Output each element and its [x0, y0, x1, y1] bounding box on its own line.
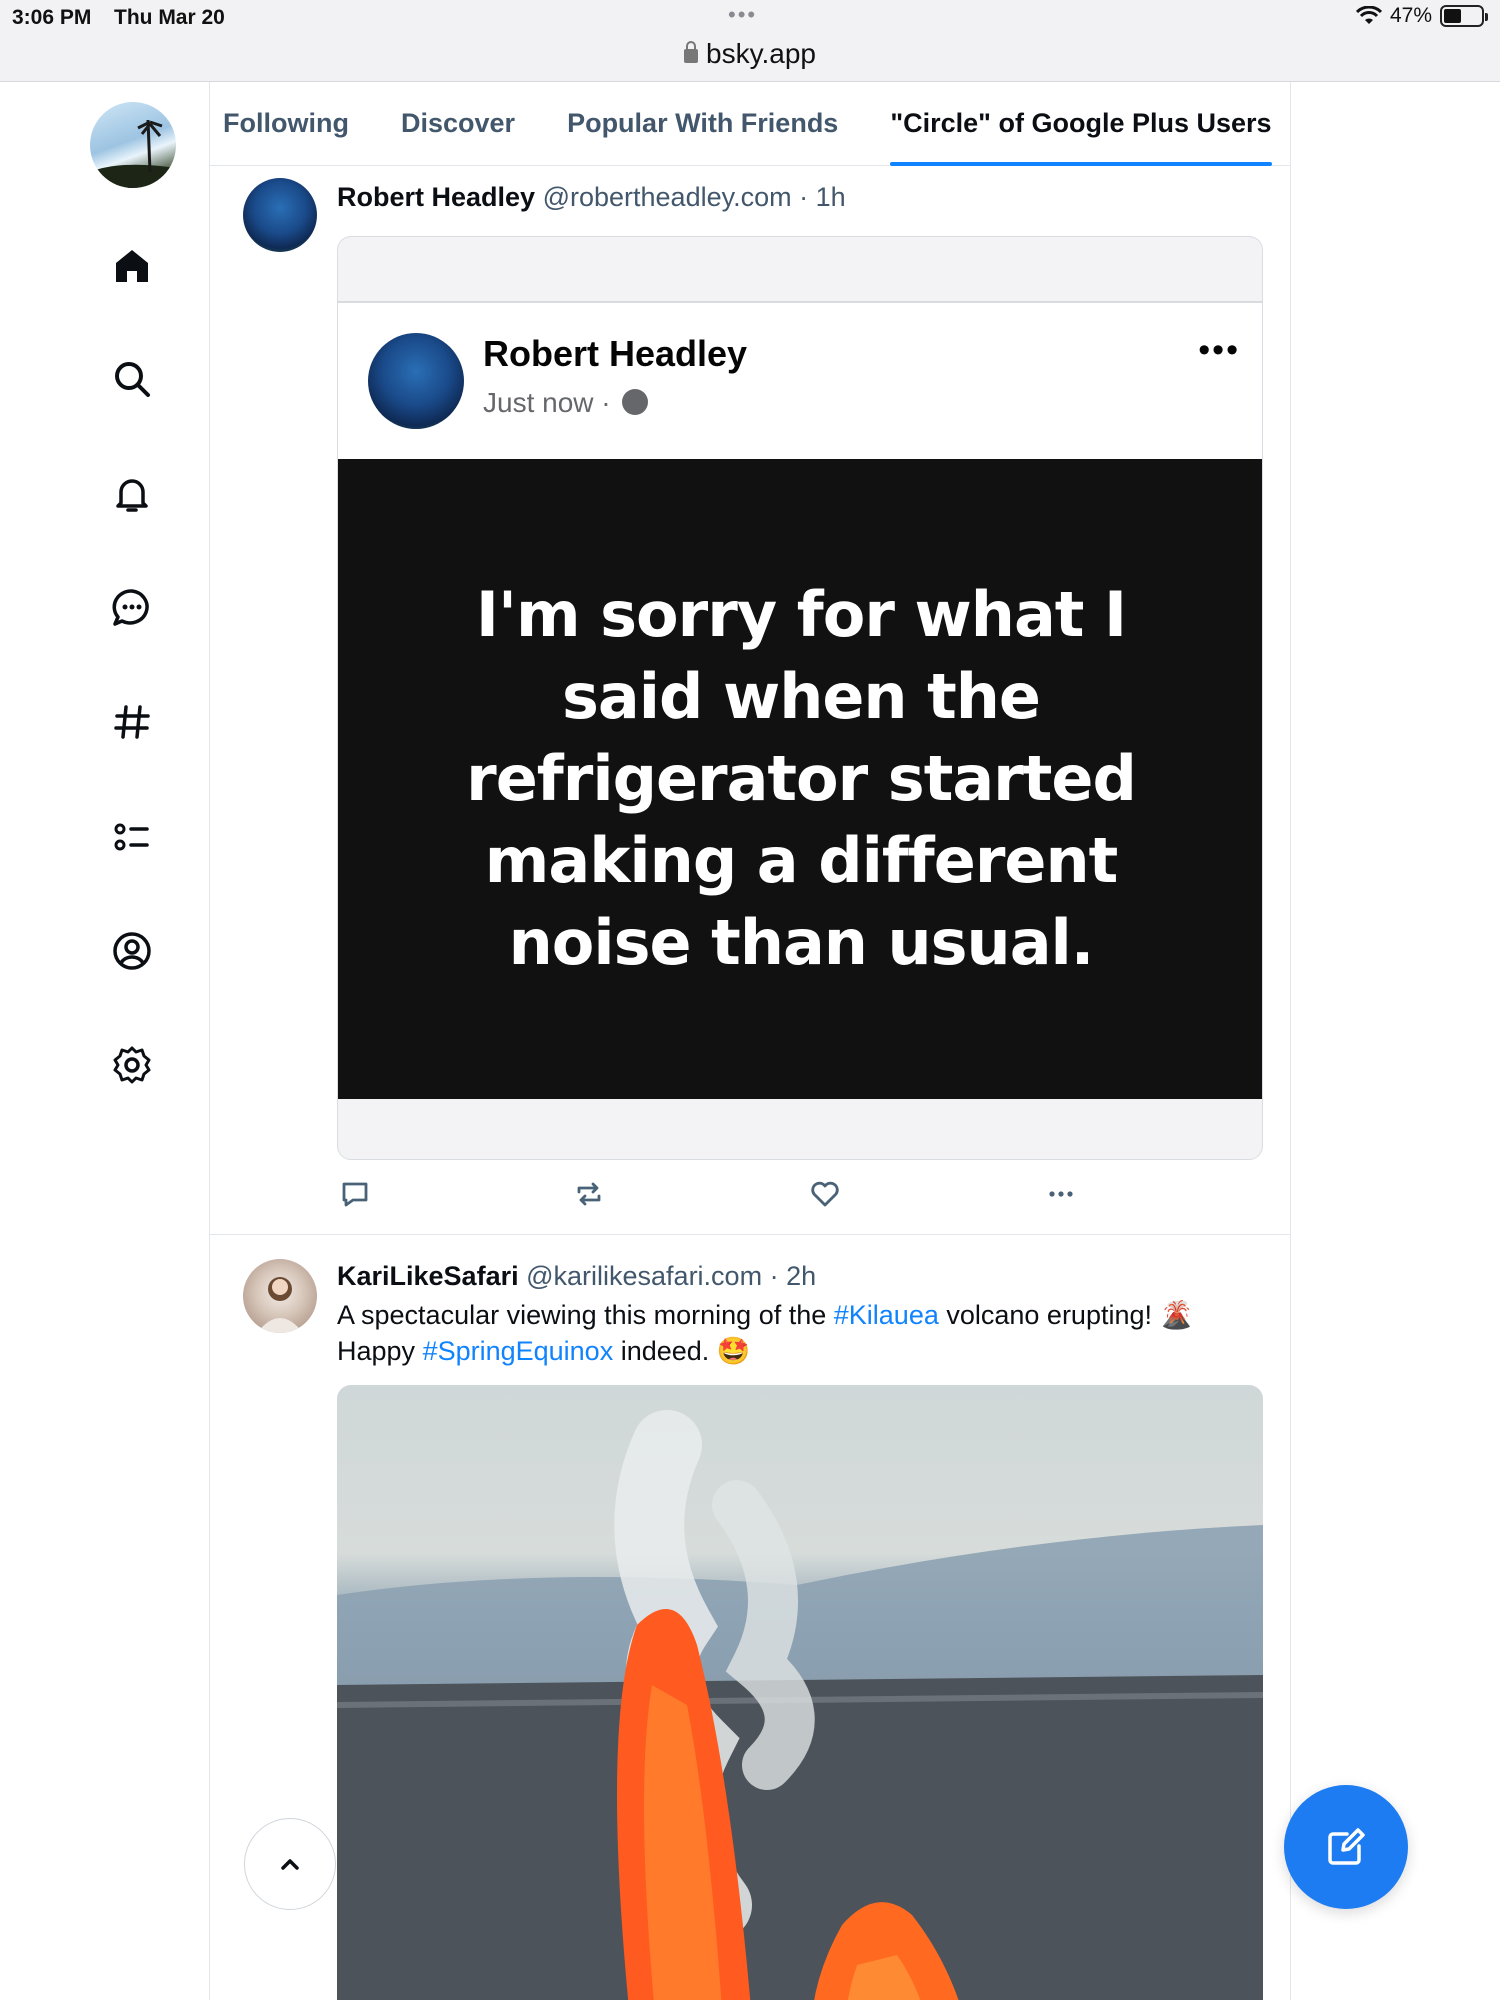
- quote-image: I'm sorry for what I said when the refri…: [338, 459, 1262, 1099]
- embedded-time-text: Just now: [483, 387, 594, 418]
- status-time: 3:06 PM: [12, 6, 92, 29]
- post-header: Robert Headley @robertheadley.com · 1h: [337, 182, 846, 213]
- user-avatar[interactable]: [90, 102, 176, 188]
- address-bar[interactable]: bsky.app: [0, 38, 1500, 70]
- post-author-name[interactable]: KariLikeSafari: [337, 1261, 519, 1291]
- tab-circle-of-google-plus-users[interactable]: "Circle" of Google Plus Users: [890, 82, 1272, 166]
- tab-popular-with-friends[interactable]: Popular With Friends: [567, 82, 838, 166]
- battery-percent: 47%: [1389, 4, 1432, 27]
- screenshot-post: Robert Headley Just now · ••• I'm sorry …: [338, 301, 1262, 1099]
- volcano-video-thumbnail[interactable]: [337, 1385, 1263, 2000]
- home-icon[interactable]: [106, 240, 158, 292]
- more-icon[interactable]: [1043, 1176, 1079, 1212]
- globe-icon: [622, 389, 649, 415]
- post-author-handle[interactable]: @robertheadley.com: [543, 182, 792, 212]
- post-author-avatar[interactable]: [243, 1259, 317, 1333]
- post-image-embed[interactable]: Robert Headley Just now · ••• I'm sorry …: [337, 236, 1263, 1160]
- post-text-segment: volcano erupting! 🌋: [938, 1300, 1194, 1330]
- battery-icon: [1440, 5, 1488, 27]
- profile-icon[interactable]: [106, 925, 158, 977]
- embedded-timestamp: Just now ·: [483, 387, 649, 419]
- chevron-up-icon: [281, 1859, 299, 1870]
- bell-icon[interactable]: [106, 468, 158, 520]
- embedded-author-name: Robert Headley: [483, 333, 748, 374]
- compose-post-button[interactable]: [1284, 1785, 1408, 1909]
- feed-tabs: Following Discover Popular With Friends …: [210, 82, 1290, 166]
- chat-icon[interactable]: [106, 582, 158, 634]
- post-timestamp[interactable]: 2h: [786, 1261, 816, 1291]
- compose-icon: [1328, 1828, 1365, 1865]
- feed-post[interactable]: KariLikeSafari @karilikesafari.com · 2h …: [210, 1235, 1290, 2000]
- post-timestamp[interactable]: 1h: [816, 182, 846, 212]
- post-text-segment: indeed. 🤩: [613, 1336, 751, 1366]
- gear-icon[interactable]: [106, 1039, 158, 1091]
- list-icon[interactable]: [106, 811, 158, 863]
- post-actions: [337, 1176, 1117, 1216]
- post-author-handle[interactable]: @karilikesafari.com: [526, 1261, 762, 1291]
- post-header: KariLikeSafari @karilikesafari.com · 2h: [337, 1261, 816, 1292]
- post-author-avatar[interactable]: [243, 178, 317, 252]
- hashtag-kilauea[interactable]: #Kilauea: [834, 1300, 939, 1330]
- wifi-icon: [1355, 6, 1382, 24]
- post-text: A spectacular viewing this morning of th…: [337, 1297, 1267, 1369]
- scroll-to-top-button[interactable]: [244, 1818, 336, 1910]
- feed-post[interactable]: Robert Headley @robertheadley.com · 1h R…: [210, 166, 1290, 1234]
- tab-following[interactable]: Following: [223, 82, 349, 166]
- url-text: bsky.app: [706, 38, 816, 69]
- sidebar-nav: [0, 82, 210, 2000]
- embedded-more-icon: •••: [1198, 331, 1240, 369]
- post-separator: ·: [769, 1261, 787, 1291]
- search-icon[interactable]: [106, 353, 158, 405]
- post-text-segment: Happy: [337, 1336, 423, 1366]
- post-author-name[interactable]: Robert Headley: [337, 182, 535, 212]
- post-text-segment: A spectacular viewing this morning of th…: [337, 1300, 834, 1330]
- feed-border-right: [1290, 82, 1291, 2000]
- quote-text: I'm sorry for what I said when the refri…: [466, 578, 1137, 979]
- browser-status-bar: 3:06 PM Thu Mar 20 ••• bsky.app 47%: [0, 0, 1500, 82]
- hashtag-spring-equinox[interactable]: #SpringEquinox: [423, 1336, 614, 1366]
- multitasking-dots-icon[interactable]: •••: [728, 2, 757, 28]
- post-separator: ·: [799, 182, 816, 212]
- status-indicators: 47%: [1355, 4, 1488, 28]
- hashtag-icon[interactable]: [106, 696, 158, 748]
- like-icon[interactable]: [807, 1176, 843, 1212]
- embedded-author-avatar: [368, 333, 464, 429]
- tab-discover[interactable]: Discover: [401, 82, 515, 166]
- reply-icon[interactable]: [337, 1176, 373, 1212]
- status-date: Thu Mar 20: [114, 6, 225, 29]
- lock-icon: [684, 41, 698, 63]
- repost-icon[interactable]: [571, 1176, 607, 1212]
